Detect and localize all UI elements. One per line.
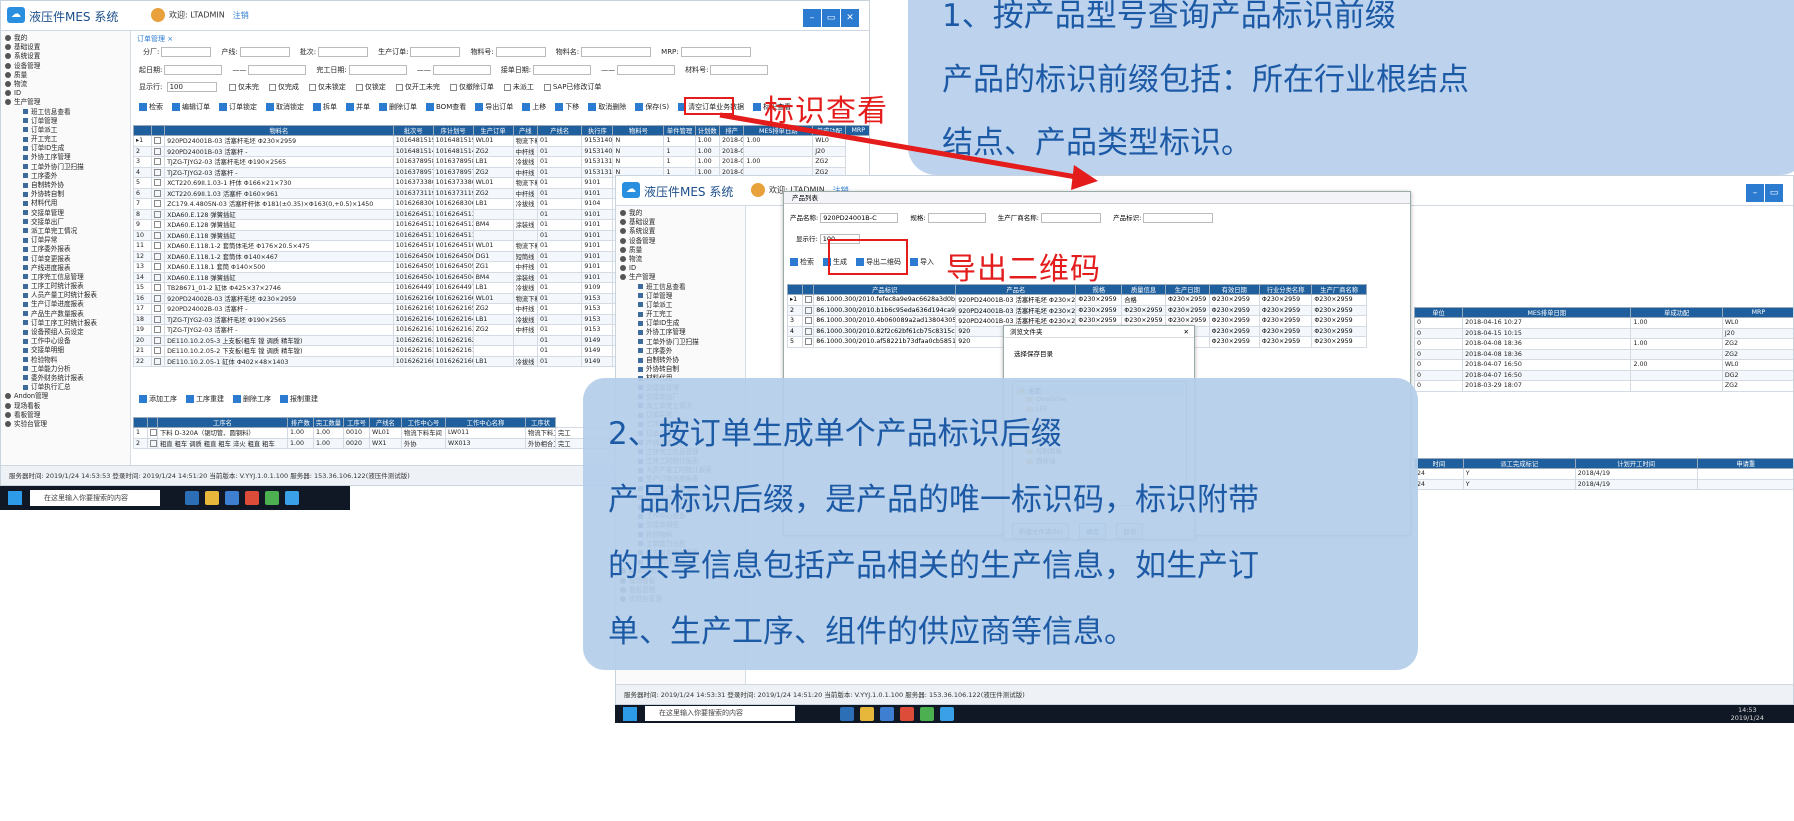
export-qr-highlight [828,239,908,275]
annotation-line-5: 单、生产工序、组件的供应商等信息。 [608,614,1135,650]
arrow-head [1071,165,1098,190]
annotation-heading-2: 2、按订单生成单个产品标识后缀 [608,416,1062,452]
annotation-line-3: 产品标识后缀，是产品的唯一标识码，标识附带 [608,482,1259,518]
arrow-line [719,112,1083,181]
annotation-line-4: 的共享信息包括产品相关的生产信息，如生产订 [608,548,1259,584]
label-export-qr: 导出二维码 [946,252,1101,287]
